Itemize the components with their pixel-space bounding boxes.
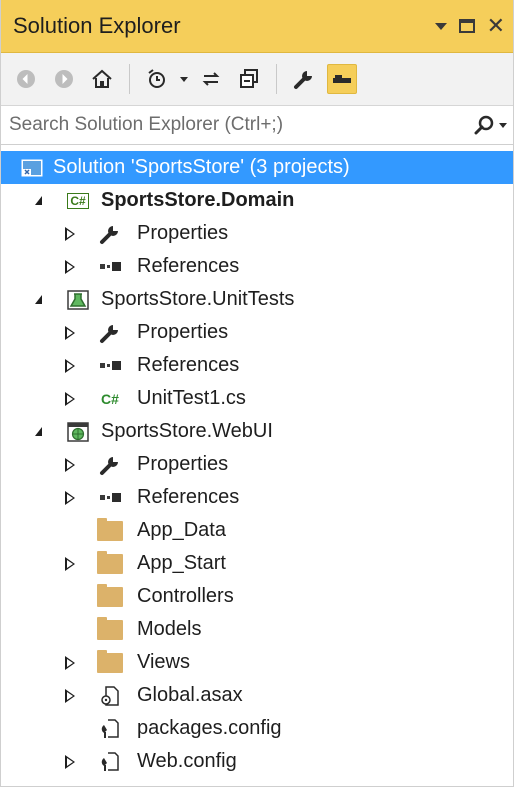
title-bar: Solution Explorer ✕: [1, 0, 513, 53]
collapsed-arrow-icon[interactable]: [63, 688, 77, 703]
tree-item-label: References: [137, 255, 240, 277]
tree-item-file-web-config[interactable]: Web.config: [1, 745, 513, 778]
dropdown-arrow-icon[interactable]: [434, 22, 447, 30]
web-project-icon: [65, 420, 91, 444]
search-bar: [1, 106, 513, 145]
tree-item-file-unittest1[interactable]: C# UnitTest1.cs: [1, 382, 513, 415]
tree-item-label: Controllers: [137, 585, 234, 607]
references-icon: [97, 354, 123, 378]
expanded-arrow-icon[interactable]: [31, 293, 45, 307]
properties-icon[interactable]: [289, 64, 319, 94]
test-project-icon: [65, 288, 91, 312]
tree-item-label: SportsStore.UnitTests: [101, 288, 295, 310]
tree-item-references[interactable]: References: [1, 250, 513, 283]
tree-item-label: SportsStore.WebUI: [101, 420, 273, 442]
search-options[interactable]: [473, 114, 507, 136]
maximize-icon[interactable]: [458, 19, 475, 33]
chevron-down-icon[interactable]: [499, 122, 507, 128]
collapsed-arrow-icon[interactable]: [63, 325, 77, 340]
tree-item-references[interactable]: References: [1, 349, 513, 382]
wrench-icon: [97, 222, 123, 246]
preview-selected-icon[interactable]: [327, 64, 357, 94]
tree-item-label: Global.asax: [137, 684, 243, 706]
tree-item-label: Solution 'SportsStore' (3 projects): [53, 156, 350, 178]
tree-item-references[interactable]: References: [1, 481, 513, 514]
tree-item-label: App_Start: [137, 552, 226, 574]
tree-item-project-domain[interactable]: C# SportsStore.Domain: [1, 184, 513, 217]
toolbar-separator: [129, 64, 130, 94]
toolbar: [1, 53, 513, 106]
tree-item-file-packages-config[interactable]: packages.config: [1, 712, 513, 745]
solution-explorer-panel: Solution Explorer ✕ Search Solution Expl…: [0, 0, 514, 787]
expanded-arrow-icon[interactable]: [31, 425, 45, 439]
tree-item-label: UnitTest1.cs: [137, 387, 246, 409]
tree-item-label: SportsStore.Domain: [101, 189, 295, 211]
collapsed-arrow-icon[interactable]: [63, 259, 77, 274]
tree-item-label: App_Data: [137, 519, 226, 541]
tree-item-label: Properties: [137, 321, 229, 343]
tree-item-label: Web.config: [137, 750, 237, 772]
tree-item-label: Models: [137, 618, 202, 640]
wrench-icon: [97, 321, 123, 345]
collapsed-arrow-icon[interactable]: [63, 655, 77, 670]
tree-item-folder-app-data[interactable]: App_Data: [1, 514, 513, 547]
tree-item-label: Views: [137, 651, 190, 673]
tree-item-folder-controllers[interactable]: Controllers: [1, 580, 513, 613]
solution-tree: Solution 'SportsStore' (3 projects) C# S…: [1, 145, 513, 778]
tree-item-file-global-asax[interactable]: Global.asax: [1, 679, 513, 712]
folder-icon: [97, 649, 123, 675]
tree-item-folder-models[interactable]: Models: [1, 613, 513, 646]
tree-item-label: Properties: [137, 222, 229, 244]
collapsed-arrow-icon[interactable]: [63, 358, 77, 373]
tree-item-solution[interactable]: Solution 'SportsStore' (3 projects): [1, 151, 513, 184]
collapsed-arrow-icon[interactable]: [63, 556, 77, 571]
tree-item-project-webui[interactable]: SportsStore.WebUI: [1, 415, 513, 448]
forward-icon[interactable]: [49, 64, 79, 94]
asax-file-icon: [97, 684, 123, 708]
collapsed-arrow-icon[interactable]: [63, 490, 77, 505]
solution-icon: [19, 156, 45, 180]
tree-item-folder-app-start[interactable]: App_Start: [1, 547, 513, 580]
folder-icon: [97, 517, 123, 543]
folder-icon: [97, 583, 123, 609]
sync-icon[interactable]: [196, 64, 226, 94]
expanded-arrow-icon[interactable]: [31, 194, 45, 208]
csharp-file-icon: C#: [101, 390, 119, 407]
window-controls: ✕: [434, 15, 505, 37]
folder-icon: [97, 550, 123, 576]
pending-changes-icon[interactable]: [142, 64, 172, 94]
tree-item-label: packages.config: [137, 717, 282, 739]
tree-item-properties[interactable]: Properties: [1, 448, 513, 481]
tree-item-label: Properties: [137, 453, 229, 475]
close-icon[interactable]: ✕: [487, 15, 505, 37]
config-file-icon: [97, 717, 123, 741]
folder-icon: [97, 616, 123, 642]
panel-title: Solution Explorer: [13, 13, 181, 38]
tree-item-label: References: [137, 354, 240, 376]
collapsed-arrow-icon[interactable]: [63, 754, 77, 769]
config-file-icon: [97, 750, 123, 774]
toolbar-separator: [276, 64, 277, 94]
back-icon[interactable]: [11, 64, 41, 94]
collapsed-arrow-icon[interactable]: [63, 457, 77, 472]
tree-item-properties[interactable]: Properties: [1, 316, 513, 349]
tree-item-properties[interactable]: Properties: [1, 217, 513, 250]
collapsed-arrow-icon[interactable]: [63, 391, 77, 406]
search-icon[interactable]: [473, 114, 495, 136]
wrench-icon: [97, 453, 123, 477]
collapse-all-icon[interactable]: [234, 64, 264, 94]
references-icon: [97, 486, 123, 510]
tree-item-folder-views[interactable]: Views: [1, 646, 513, 679]
tree-item-project-unittests[interactable]: SportsStore.UnitTests: [1, 283, 513, 316]
csharp-project-icon: C#: [65, 189, 91, 213]
home-icon[interactable]: [87, 64, 117, 94]
tree-item-label: References: [137, 486, 240, 508]
references-icon: [97, 255, 123, 279]
chevron-down-icon[interactable]: [180, 76, 188, 82]
search-input[interactable]: [7, 113, 473, 137]
collapsed-arrow-icon[interactable]: [63, 226, 77, 241]
